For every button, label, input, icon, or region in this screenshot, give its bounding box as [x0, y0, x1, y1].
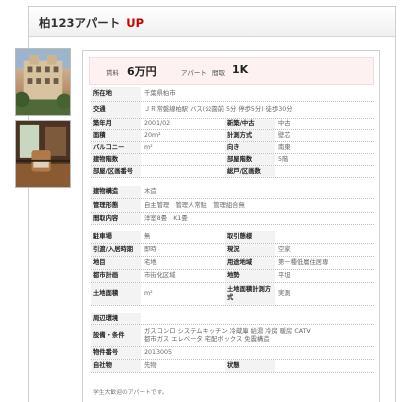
remarks-text: 学生大歓迎のアパートです。	[93, 390, 168, 396]
address-row: 所在地 千葉県柏市	[91, 87, 374, 102]
newold-label: 新築/中古	[225, 119, 275, 129]
management-value: 自主管理 管理人常駐 管理組合無	[144, 201, 245, 209]
land-area-row: 土地面積 m² 土地面積計測方式 実測	[91, 283, 374, 306]
up-badge: UP	[126, 16, 145, 30]
property-type: アパート	[181, 69, 207, 77]
details-box: 賃料 6万円 アパート 間取 1K 所在地 千葉県柏市 交通 ＪＲ常磐線柏駅 バ…	[82, 50, 380, 402]
management-row: 管理形態 自主管理 管理人常駐 管理組合無	[91, 199, 374, 213]
company-value: 先物	[144, 362, 157, 369]
facing-value: 南東	[278, 143, 291, 151]
building-photo[interactable]	[15, 48, 71, 116]
transit-value: ＪＲ常磐線柏駅 バス(公園前 5分 停歩5分) 徒歩30分	[144, 106, 293, 113]
room-floor-label: 部屋階数	[225, 154, 275, 165]
state-label: 状態	[225, 360, 275, 372]
property-name: 柏123アパート	[39, 16, 121, 30]
number-label: 物件番号	[91, 347, 141, 359]
facilities-label: 設備・条件	[91, 325, 141, 346]
surroundings-label: 周辺環境	[91, 313, 141, 324]
built-value: 2001/02	[144, 120, 171, 127]
room-no-value	[141, 166, 144, 177]
area-row: 面積 20m² 計測方式 壁芯	[91, 130, 374, 142]
layout-label: 間取	[212, 69, 225, 77]
land-measure-value: 実測	[278, 290, 291, 297]
title-bar: 柏123アパート UP	[29, 7, 395, 37]
balcony-label: バルコニー	[91, 142, 141, 153]
room-floor-value: 5階	[278, 155, 289, 163]
rooms-value: 洋室8畳 K1畳	[144, 214, 188, 222]
facilities-row: 設備・条件 ガスコンロ システムキッチン 冷蔵庫 給湯 冷房 暖房 CATV 都…	[91, 325, 374, 347]
terrain-label: 地勢	[225, 270, 275, 282]
measure-value: 壁芯	[278, 131, 291, 139]
zoning-value: 第一種低層住居専	[278, 259, 329, 266]
surroundings-value	[141, 313, 144, 324]
room-no-row: 部屋/区画番号 総戸/区画数	[91, 166, 374, 178]
floors-row: 建物階数 部屋階数 5階	[91, 154, 374, 166]
structure-label: 建物構造	[91, 186, 141, 198]
address-label: 所在地	[91, 87, 141, 101]
floors-label: 建物階数	[91, 154, 141, 165]
balcony-row: バルコニー m² 向き 南東	[91, 142, 374, 154]
company-label: 自社物	[91, 360, 141, 372]
planning-value: 市街化区域	[144, 272, 176, 279]
transit-label: 交通	[91, 102, 141, 118]
balcony-value: m²	[144, 143, 153, 151]
state-value	[275, 360, 278, 372]
parking-value: 無	[144, 233, 151, 240]
facilities-value: ガスコンロ システムキッチン 冷蔵庫 給湯 冷房 暖房 CATV 都市ガス エレ…	[141, 325, 311, 346]
area-label: 面積	[91, 130, 141, 141]
transit-row: 交通 ＪＲ常磐線柏駅 バス(公園前 5分 停歩5分) 徒歩30分	[91, 102, 374, 119]
structure-value: 木造	[144, 188, 157, 195]
number-value: 2013005	[144, 349, 173, 356]
built-row: 築年月 2001/02 新築/中古 中古	[91, 119, 374, 130]
price-bar: 賃料 6万円 アパート 間取 1K	[89, 57, 374, 85]
built-label: 築年月	[91, 119, 141, 129]
layout-value: 1K	[232, 63, 249, 76]
interior-image	[16, 121, 70, 187]
management-label: 管理形態	[91, 199, 141, 212]
facilities-line-1: ガスコンロ システムキッチン 冷蔵庫 給湯 冷房 暖房 CATV	[144, 327, 311, 335]
units-label: 総戸/区画数	[225, 166, 275, 177]
interior-photo[interactable]	[15, 120, 71, 188]
land-area-value: m²	[144, 290, 153, 297]
rent-label: 賃料	[106, 69, 119, 77]
parking-row: 駐車場 無 取引態様	[91, 231, 374, 244]
transaction-label: 取引態様	[225, 231, 275, 243]
category-row: 地目 宅地 用途地域 第一種低層住居専	[91, 257, 374, 270]
land-measure-label: 土地面積計測方式	[225, 283, 275, 305]
parking-label: 駐車場	[91, 231, 141, 243]
status-label: 現況	[225, 244, 275, 256]
structure-row: 建物構造 木造	[91, 186, 374, 199]
status-value: 空家	[278, 246, 291, 253]
units-value	[275, 166, 278, 177]
rent-value: 6万円	[127, 65, 157, 78]
rooms-label: 間取内容	[91, 213, 141, 224]
move-in-row: 引渡/入居時期 即時 現況 空家	[91, 244, 374, 257]
area-value: 20m²	[144, 131, 161, 139]
category-label: 地目	[91, 257, 141, 269]
surroundings-row: 周辺環境	[91, 313, 374, 325]
property-title: 柏123アパート UP	[39, 15, 144, 31]
category-value: 宅地	[144, 259, 157, 266]
terrain-value: 平坦	[278, 272, 291, 279]
facing-label: 向き	[225, 142, 275, 153]
planning-row: 都市計画 市街化区域 地勢 平坦	[91, 270, 374, 283]
room-no-label: 部屋/区画番号	[91, 166, 141, 177]
transaction-value	[275, 231, 278, 243]
address-value: 千葉県柏市	[144, 90, 176, 97]
newold-value: 中古	[278, 120, 291, 127]
floors-value	[141, 154, 144, 165]
land-area-label: 土地面積	[91, 283, 141, 305]
move-in-label: 引渡/入居時期	[91, 244, 141, 256]
measure-label: 計測方式	[225, 130, 275, 141]
move-in-value: 即時	[144, 246, 157, 253]
zoning-label: 用途地域	[225, 257, 275, 269]
building-image	[16, 49, 70, 115]
rooms-row: 間取内容 洋室8畳 K1畳	[91, 213, 374, 225]
number-row: 物件番号 2013005	[91, 347, 374, 360]
facilities-line-2: 都市ガス エレベータ 宅配ボックス 免震構造	[144, 335, 270, 343]
company-row: 自社物 先物 状態	[91, 360, 374, 373]
planning-label: 都市計画	[91, 270, 141, 282]
